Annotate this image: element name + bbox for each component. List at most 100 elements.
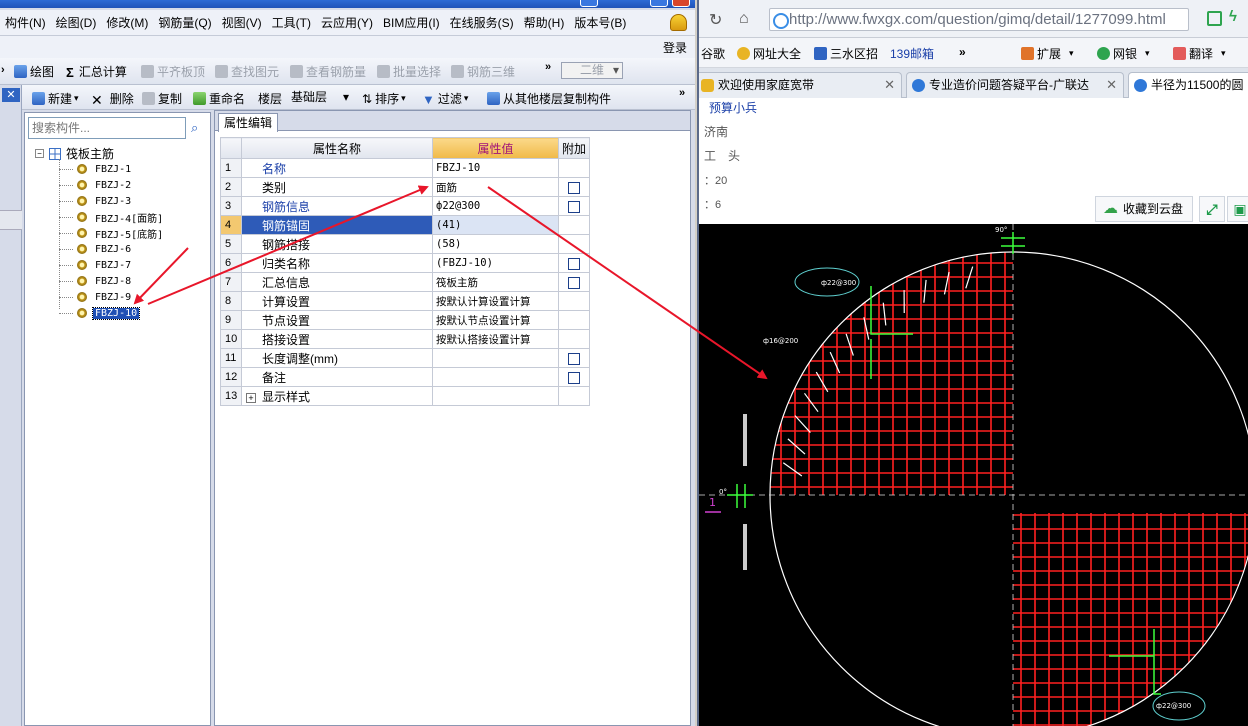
menu-item[interactable]: 在线服务(S): [445, 14, 519, 31]
tab-property-edit[interactable]: 属性编辑: [218, 113, 279, 132]
tree-item[interactable]: FBZJ-6: [59, 241, 133, 257]
close-button[interactable]: [672, 0, 690, 7]
toolbar2-overflow[interactable]: »: [679, 87, 685, 99]
property-value[interactable]: 按默认计算设置计算: [432, 291, 559, 311]
fullscreen-icon[interactable]: ⤢: [1199, 196, 1225, 222]
window-icon[interactable]: ▣: [1227, 196, 1248, 222]
maximize-button[interactable]: [650, 0, 668, 7]
tab-circle-radius-question[interactable]: 半径为11500的圆: [1128, 72, 1248, 99]
extra-checkbox[interactable]: [568, 200, 580, 213]
tab-cost-qa-platform[interactable]: 专业造价问题答疑平台-广联达 ✕: [906, 72, 1124, 98]
search-icon[interactable]: ⌕: [191, 120, 198, 136]
toolbar1-overflow[interactable]: »: [545, 61, 551, 73]
view-mode-select[interactable]: 二维: [561, 62, 623, 79]
bookmark-url-directory[interactable]: 网址大全: [737, 45, 801, 62]
property-value[interactable]: ф22@300: [432, 196, 559, 216]
tab-home-broadband[interactable]: 欢迎使用家庭宽带 ✕: [699, 72, 902, 98]
menu-item[interactable]: 云应用(Y): [316, 14, 378, 31]
share-icon[interactable]: [1207, 11, 1222, 26]
bookmark-sanshui[interactable]: 三水区招: [814, 45, 878, 62]
rebar-3d-button[interactable]: 钢筋三维: [451, 63, 515, 80]
property-row[interactable]: 10 搭接设置 按默认搭接设置计算: [220, 329, 591, 349]
tree-item[interactable]: FBZJ-5[底筋]: [59, 225, 165, 241]
property-extra[interactable]: [557, 367, 591, 387]
tree-item[interactable]: FBZJ-1: [59, 161, 133, 177]
filter-button[interactable]: ▼ 过滤 ▾: [422, 90, 468, 107]
property-value[interactable]: [432, 386, 559, 406]
save-to-cloud-button[interactable]: 收藏到云盘: [1095, 196, 1193, 222]
user-name-link[interactable]: 预算小兵: [709, 99, 757, 116]
bookmarks-overflow[interactable]: »: [959, 45, 966, 59]
extra-checkbox[interactable]: [568, 276, 580, 289]
property-value[interactable]: FBZJ-10: [432, 158, 559, 178]
batch-select-button[interactable]: 批量选择: [377, 63, 441, 80]
property-row[interactable]: 6 归类名称 (FBZJ-10): [220, 253, 591, 273]
extra-checkbox[interactable]: [568, 371, 580, 384]
property-row[interactable]: 12 备注: [220, 367, 591, 387]
bookmark-google[interactable]: 谷歌: [701, 45, 725, 62]
extensions-button[interactable]: 扩展 ▾: [1021, 45, 1074, 62]
menu-item[interactable]: 版本号(B): [569, 14, 631, 31]
bookmark-139mail[interactable]: 139邮箱: [890, 45, 934, 62]
property-row[interactable]: 7 汇总信息 筏板主筋: [220, 272, 591, 292]
property-value[interactable]: (58): [432, 234, 559, 254]
online-bank-button[interactable]: 网银 ▾: [1097, 45, 1150, 62]
menu-item[interactable]: BIM应用(I): [378, 14, 445, 31]
copy-from-floor-button[interactable]: 从其他楼层复制构件: [487, 90, 611, 107]
property-extra[interactable]: [557, 177, 591, 197]
property-value[interactable]: 按默认节点设置计算: [432, 310, 559, 330]
level-slab-button[interactable]: 平齐板顶: [141, 63, 205, 80]
menu-item[interactable]: 构件(N): [0, 14, 51, 31]
draw-button[interactable]: 绘图: [14, 63, 54, 80]
property-extra[interactable]: [557, 272, 591, 292]
menu-item[interactable]: 帮助(H): [519, 14, 570, 31]
menu-item[interactable]: 钢筋量(Q): [153, 14, 216, 31]
menu-item[interactable]: 绘图(D): [51, 14, 102, 31]
helmet-icon[interactable]: [670, 14, 687, 31]
extra-checkbox[interactable]: [568, 181, 580, 194]
search-input[interactable]: 搜索构件...: [28, 117, 186, 139]
property-row[interactable]: 11 长度调整(mm): [220, 348, 591, 368]
property-row[interactable]: 4 钢筋锚固 (41): [220, 215, 591, 235]
rename-button[interactable]: 重命名: [193, 90, 245, 107]
extra-checkbox[interactable]: [568, 257, 580, 270]
property-value[interactable]: [432, 367, 559, 387]
property-row[interactable]: 9 节点设置 按默认节点设置计算: [220, 310, 591, 330]
property-extra[interactable]: [557, 196, 591, 216]
tree-item[interactable]: FBZJ-2: [59, 177, 133, 193]
toolbar-handle[interactable]: ›: [1, 64, 5, 76]
expand-icon[interactable]: +: [246, 392, 256, 403]
menu-item[interactable]: 视图(V): [217, 14, 267, 31]
lightning-icon[interactable]: ϟ: [1229, 8, 1244, 25]
new-button[interactable]: 新建 ▾: [32, 90, 79, 107]
tab-close-icon[interactable]: ✕: [1106, 73, 1117, 97]
login-link[interactable]: 登录: [663, 39, 687, 56]
sort-button[interactable]: ⇅ 排序 ▾: [362, 90, 406, 107]
property-row[interactable]: 3 钢筋信息 ф22@300: [220, 196, 591, 216]
tree-item[interactable]: FBZJ-8: [59, 273, 133, 289]
property-row[interactable]: 5 钢筋搭接 (58): [220, 234, 591, 254]
summary-button[interactable]: Σ 汇总计算: [66, 63, 127, 80]
collapse-icon[interactable]: −: [35, 149, 44, 158]
delete-button[interactable]: ✕ 删除: [91, 90, 134, 108]
nav-pane-selected-item[interactable]: [0, 210, 22, 230]
extra-checkbox[interactable]: [568, 352, 580, 365]
close-pane-icon[interactable]: ✕: [2, 88, 20, 102]
url-input[interactable]: http://www.fwxgx.com/question/gimq/detai…: [769, 8, 1189, 31]
tab-close-icon[interactable]: ✕: [884, 73, 895, 97]
property-extra[interactable]: [557, 348, 591, 368]
tree-item[interactable]: FBZJ-9: [59, 289, 133, 305]
property-value[interactable]: [432, 348, 559, 368]
property-row[interactable]: 13 + 显示样式: [220, 386, 591, 406]
tree-item[interactable]: FBZJ-3: [59, 193, 133, 209]
refresh-icon[interactable]: ↻: [709, 10, 722, 30]
menu-item[interactable]: 工具(T): [267, 14, 316, 31]
minimize-button[interactable]: [580, 0, 598, 7]
property-value[interactable]: 筏板主筋: [432, 272, 559, 292]
tree-item[interactable]: FBZJ-10: [59, 305, 141, 321]
tree-item[interactable]: FBZJ-7: [59, 257, 133, 273]
property-value[interactable]: 面筋: [432, 177, 559, 197]
property-row[interactable]: 2 类别 面筋: [220, 177, 591, 197]
translate-button[interactable]: 翻译 ▾: [1173, 45, 1226, 62]
tree-item[interactable]: FBZJ-4[面筋]: [59, 209, 165, 225]
